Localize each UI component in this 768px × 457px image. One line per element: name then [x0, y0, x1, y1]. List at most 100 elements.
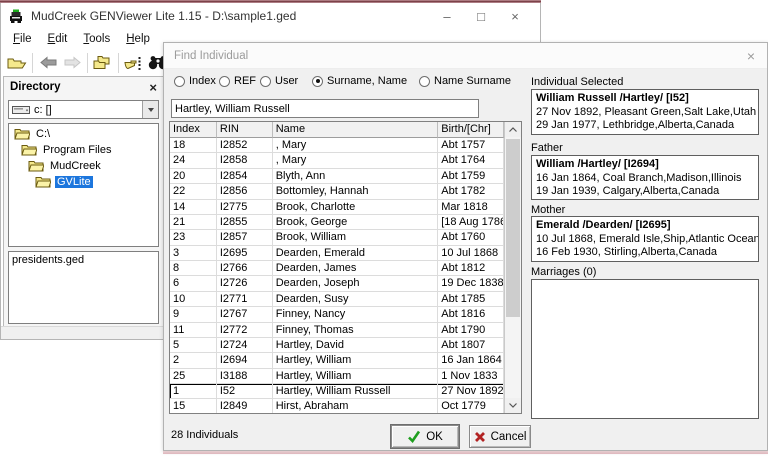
table-row[interactable]: 3I2695Dearden, Emerald10 Jul 1868 [170, 246, 504, 261]
search-input[interactable] [171, 99, 479, 118]
table-cell: Blyth, Ann [273, 169, 439, 184]
pointing-hand-icon[interactable] [122, 53, 146, 73]
table-row[interactable]: 20I2854Blyth, AnnAbt 1759 [170, 169, 504, 184]
close-icon[interactable]: × [498, 3, 532, 29]
table-cell: 10 [170, 292, 217, 307]
table-cell: 27 Nov 1892 [438, 384, 504, 399]
radio-label: Index [189, 75, 216, 87]
radio-circle-icon [219, 76, 230, 87]
table-row[interactable]: 25I3188Hartley, William1 Nov 1833 [170, 369, 504, 384]
table-row[interactable]: 11I2772Finney, ThomasAbt 1790 [170, 323, 504, 338]
scroll-down-icon[interactable] [505, 398, 521, 413]
table-cell: 5 [170, 338, 217, 353]
tree-item[interactable]: Program Files [9, 142, 158, 158]
table-cell: I2695 [217, 246, 273, 261]
table-row[interactable]: 10I2771Dearden, SusyAbt 1785 [170, 292, 504, 307]
directory-close-icon[interactable]: × [149, 80, 157, 95]
folder-icon [35, 176, 51, 188]
marriages-label: Marriages (0) [531, 266, 759, 278]
person-birth: 10 Jul 1868, Emerald Isle,Ship,Atlantic … [536, 233, 754, 247]
table-cell: 1 Nov 1833 [438, 369, 504, 384]
table-cell: Hartley, William [273, 353, 439, 368]
back-arrow-icon[interactable] [36, 53, 60, 73]
radio-ref[interactable]: REF [219, 75, 256, 87]
individuals-table: Index RIN Name Birth/[Chr] 18I2852, Mary… [169, 121, 522, 414]
toolbar-separator [118, 53, 119, 73]
person-death: 19 Jan 1939, Calgary,Alberta,Canada [536, 185, 754, 199]
dialog-close-icon[interactable]: × [747, 48, 755, 64]
radio-user[interactable]: User [260, 75, 298, 87]
table-row[interactable]: 2I2694Hartley, William16 Jan 1864 [170, 353, 504, 368]
table-row[interactable]: 15I2849Hirst, AbrahamOct 1779 [170, 399, 504, 413]
column-header-rin[interactable]: RIN [217, 122, 273, 138]
menu-tools[interactable]: Tools [75, 33, 118, 45]
tree-item[interactable]: MudCreek [9, 158, 158, 174]
table-cell: 14 [170, 200, 217, 215]
table-cell: I2854 [217, 169, 273, 184]
menu-edit[interactable]: Edit [40, 33, 76, 45]
table-cell: Dearden, Susy [273, 292, 439, 307]
table-cell: Abt 1816 [438, 307, 504, 322]
table-cell: Dearden, James [273, 261, 439, 276]
table-row[interactable]: 21I2855Brook, George[18 Aug 1786] [170, 215, 504, 230]
radio-circle-icon [260, 76, 271, 87]
column-header-birth[interactable]: Birth/[Chr] [438, 122, 504, 138]
table-cell: I2772 [217, 323, 273, 338]
table-row[interactable]: 5I2724Hartley, DavidAbt 1807 [170, 338, 504, 353]
table-cell: 2 [170, 353, 217, 368]
table-row[interactable]: 23I2857Brook, WilliamAbt 1760 [170, 230, 504, 245]
radio-surname-name[interactable]: Surname, Name [312, 75, 407, 87]
table-cell: 6 [170, 276, 217, 291]
table-row[interactable]: 1I52Hartley, William Russell27 Nov 1892 [170, 384, 504, 399]
open-folder-icon[interactable] [5, 53, 29, 73]
table-cell: 15 [170, 399, 217, 413]
table-row[interactable]: 8I2766Dearden, JamesAbt 1812 [170, 261, 504, 276]
cancel-button[interactable]: Cancel [469, 425, 531, 448]
list-item-ged-file[interactable]: presidents.ged [12, 254, 155, 266]
person-birth: 27 Nov 1892, Pleasant Green,Salt Lake,Ut… [536, 106, 754, 120]
mother-label: Mother [531, 204, 759, 216]
column-header-name[interactable]: Name [273, 122, 439, 138]
drive-selector[interactable]: c: [] [8, 100, 159, 119]
menu-help[interactable]: Help [118, 33, 158, 45]
column-header-index[interactable]: Index [170, 122, 217, 138]
table-row[interactable]: 24I2858, MaryAbt 1764 [170, 153, 504, 168]
table-scrollbar[interactable] [504, 122, 521, 413]
cancel-button-label: Cancel [491, 431, 527, 443]
individual-selected-label: Individual Selected [531, 76, 759, 88]
menu-file[interactable]: File [5, 33, 40, 45]
table-row[interactable]: 18I2852, MaryAbt 1757 [170, 138, 504, 153]
table-rows: 18I2852, MaryAbt 175724I2858, MaryAbt 17… [170, 138, 504, 413]
tree-item[interactable]: C:\ [9, 126, 158, 142]
radio-index[interactable]: Index [174, 75, 216, 87]
table-cell: 21 [170, 215, 217, 230]
ok-button[interactable]: OK [391, 425, 459, 448]
minimize-icon[interactable]: – [430, 3, 464, 29]
table-cell: Abt 1785 [438, 292, 504, 307]
table-cell: Mar 1818 [438, 200, 504, 215]
table-cell: Brook, Charlotte [273, 200, 439, 215]
maximize-icon[interactable]: □ [464, 3, 498, 29]
directory-panel: Directory × c: [] C:\Program FilesMudCre… [3, 76, 164, 328]
scrollbar-thumb[interactable] [506, 139, 520, 317]
table-row[interactable]: 22I2856Bottomley, HannahAbt 1782 [170, 184, 504, 199]
person-death: 16 Feb 1930, Stirling,Alberta,Canada [536, 246, 754, 260]
table-cell: 23 [170, 230, 217, 245]
dialog-titlebar: Find Individual × [164, 43, 767, 69]
table-row[interactable]: 6I2726Dearden, Joseph19 Dec 1838 [170, 276, 504, 291]
check-icon [407, 430, 421, 443]
drive-dropdown-button[interactable] [142, 101, 158, 118]
x-icon [474, 431, 486, 443]
open-ged-folders-icon[interactable] [91, 53, 115, 73]
tree-item[interactable]: GVLite [9, 174, 158, 190]
drive-selected-value: c: [] [34, 104, 142, 116]
table-cell: Dearden, Emerald [273, 246, 439, 261]
table-cell: I2694 [217, 353, 273, 368]
table-cell: Hartley, David [273, 338, 439, 353]
scroll-up-icon[interactable] [505, 122, 521, 137]
directory-panel-header: Directory × [4, 77, 163, 97]
radio-name-surname[interactable]: Name Surname [419, 75, 511, 87]
table-row[interactable]: 9I2767Finney, NancyAbt 1816 [170, 307, 504, 322]
table-row[interactable]: 14I2775Brook, CharlotteMar 1818 [170, 200, 504, 215]
file-list: presidents.ged [8, 251, 159, 324]
